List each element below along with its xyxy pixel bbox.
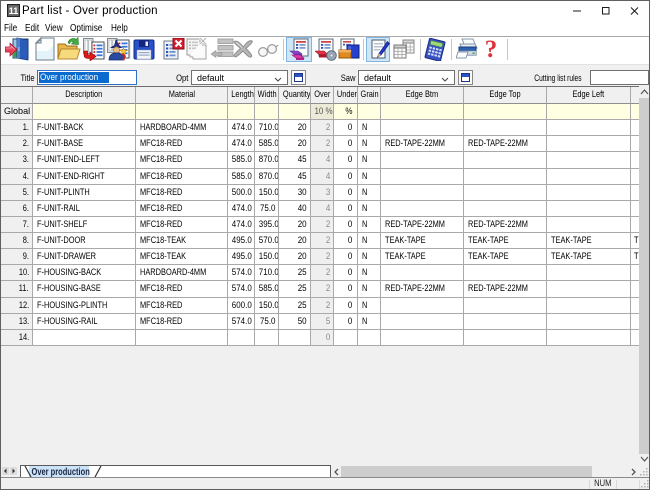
svg-text:Over production: Over production [32,466,90,477]
svg-text:?: ? [485,37,498,61]
svg-text:11: 11 [9,6,19,16]
